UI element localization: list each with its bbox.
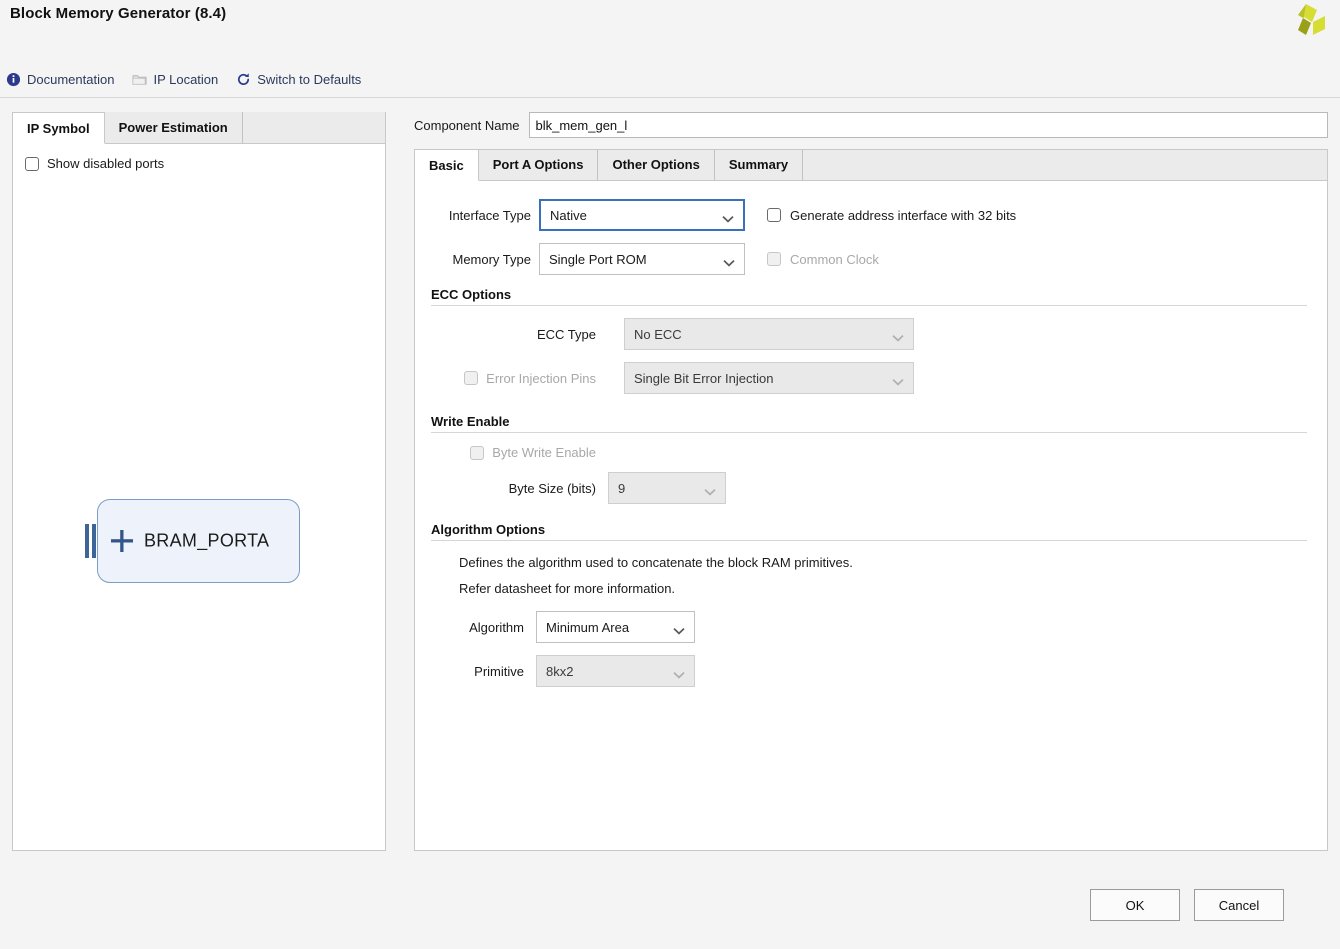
- tab-basic-label: Basic: [429, 157, 464, 173]
- chevron-down-icon: [673, 623, 685, 635]
- bram-porta-block[interactable]: BRAM_PORTA: [97, 499, 300, 583]
- tab-other-options[interactable]: Other Options: [598, 150, 715, 180]
- tab-summary[interactable]: Summary: [714, 150, 804, 180]
- algorithm-help-line-2: Refer datasheet for more information.: [459, 581, 676, 597]
- cancel-button[interactable]: Cancel: [1194, 889, 1284, 921]
- page-title: Block Memory Generator (8.4): [10, 5, 227, 22]
- ecc-options-title: ECC Options: [431, 287, 512, 302]
- write-enable-divider: [431, 432, 1307, 433]
- ip-symbol-panel: IP Symbol Power Estimation Show disabled…: [12, 112, 386, 851]
- byte-write-enable-row: Byte Write Enable: [431, 445, 1307, 460]
- tab-other-options-label: Other Options: [612, 157, 700, 172]
- primitive-value: 8kx2: [546, 663, 574, 679]
- ok-button-label: OK: [1125, 897, 1145, 913]
- generate-address-interface-label: Generate address interface with 32 bits: [790, 207, 1017, 223]
- component-name-value: blk_mem_gen_l: [535, 117, 628, 133]
- chevron-down-icon: [673, 667, 685, 679]
- ecc-type-value: No ECC: [634, 326, 682, 342]
- generate-address-interface-checkbox[interactable]: [767, 208, 781, 222]
- common-clock-label: Common Clock: [790, 251, 879, 267]
- algorithm-options-divider: [431, 540, 1307, 541]
- component-name-label: Component Name: [414, 117, 520, 133]
- switch-to-defaults-label: Switch to Defaults: [257, 72, 362, 87]
- xilinx-logo-icon: [1284, 2, 1328, 42]
- documentation-button[interactable]: Documentation: [6, 72, 114, 87]
- primitive-label: Primitive: [474, 663, 524, 679]
- bram-symbol-area: BRAM_PORTA: [13, 144, 385, 850]
- options-tabstrip-filler: [803, 150, 1327, 180]
- write-enable-title: Write Enable: [431, 414, 510, 429]
- component-name-input[interactable]: blk_mem_gen_l: [528, 112, 1328, 138]
- tab-power-estimation-label: Power Estimation: [118, 120, 228, 135]
- ok-button[interactable]: OK: [1090, 889, 1180, 921]
- byte-size-row: Byte Size (bits) 9: [431, 472, 1307, 504]
- error-injection-type-value: Single Bit Error Injection: [634, 370, 774, 386]
- tab-ip-symbol-label: IP Symbol: [27, 120, 90, 136]
- memory-type-label: Memory Type: [452, 251, 531, 267]
- interface-type-value: Native: [550, 207, 587, 223]
- algorithm-help-line-1: Defines the algorithm used to concatenat…: [459, 555, 853, 570]
- switch-to-defaults-button[interactable]: Switch to Defaults: [236, 72, 361, 87]
- dialog-footer: OK Cancel CSDN @灵风_Brend: [0, 873, 1340, 949]
- tab-summary-label: Summary: [728, 157, 789, 172]
- algorithm-row: Algorithm Minimum Area: [431, 611, 1307, 644]
- tab-ip-symbol[interactable]: IP Symbol: [13, 113, 105, 144]
- window-header: Block Memory Generator (8.4): [0, 0, 1340, 62]
- byte-write-enable-label: Byte Write Enable: [492, 445, 596, 460]
- interface-type-row: Interface Type Native Generate address i…: [431, 199, 1307, 231]
- ip-location-label: IP Location: [153, 72, 219, 87]
- ecc-type-label: ECC Type: [536, 326, 596, 342]
- refresh-icon: [236, 72, 251, 87]
- tab-power-estimation[interactable]: Power Estimation: [104, 112, 243, 143]
- ecc-type-select: No ECC: [624, 318, 914, 350]
- info-icon: [6, 72, 21, 87]
- algorithm-label: Algorithm: [469, 619, 524, 635]
- folder-icon: [132, 72, 147, 87]
- chevron-down-icon: [723, 255, 735, 267]
- chevron-down-icon: [704, 484, 716, 496]
- toolbar: Documentation IP Location Switch to Defa…: [0, 62, 1340, 98]
- configuration-panel: Component Name blk_mem_gen_l Basic Port …: [414, 112, 1328, 851]
- error-injection-pins-label: Error Injection Pins: [486, 370, 596, 386]
- byte-size-label: Byte Size (bits): [508, 480, 596, 496]
- left-tabstrip-filler: [242, 112, 385, 143]
- cancel-button-label: Cancel: [1218, 897, 1260, 913]
- plus-icon[interactable]: [111, 530, 133, 552]
- component-name-row: Component Name blk_mem_gen_l: [414, 112, 1328, 138]
- tab-port-a-options[interactable]: Port A Options: [478, 150, 599, 180]
- dialog-body: IP Symbol Power Estimation Show disabled…: [0, 98, 1340, 873]
- primitive-row: Primitive 8kx2: [431, 655, 1307, 688]
- interface-type-select[interactable]: Native: [539, 199, 745, 231]
- bram-porta-label: BRAM_PORTA: [144, 530, 270, 551]
- error-injection-pins-checkbox: [464, 371, 479, 385]
- error-injection-pins-row: Error Injection Pins Single Bit Error In…: [431, 362, 1307, 394]
- tab-basic[interactable]: Basic: [415, 150, 479, 181]
- byte-size-value: 9: [618, 480, 626, 496]
- algorithm-value: Minimum Area: [546, 619, 630, 635]
- algorithm-options-title: Algorithm Options: [431, 522, 546, 537]
- primitive-select: 8kx2: [536, 655, 695, 688]
- ecc-options-divider: [431, 305, 1307, 306]
- algorithm-select[interactable]: Minimum Area: [536, 611, 695, 644]
- memory-type-select[interactable]: Single Port ROM: [539, 243, 745, 275]
- chevron-down-icon: [892, 330, 904, 342]
- ecc-type-row: ECC Type No ECC: [431, 318, 1307, 350]
- ip-symbol-canvas: Show disabled ports BRAM_PORTA: [13, 144, 385, 850]
- error-injection-type-select: Single Bit Error Injection: [624, 362, 914, 394]
- options-container: Basic Port A Options Other Options Summa…: [414, 149, 1328, 851]
- left-tabstrip: IP Symbol Power Estimation: [13, 112, 385, 144]
- documentation-label: Documentation: [27, 72, 115, 87]
- memory-type-row: Memory Type Single Port ROM Common Clock: [431, 243, 1307, 275]
- byte-write-enable-checkbox: [470, 445, 485, 460]
- common-clock-checkbox: [767, 252, 781, 266]
- tab-port-a-options-label: Port A Options: [492, 157, 584, 172]
- chevron-down-icon: [892, 374, 904, 386]
- ip-location-button[interactable]: IP Location: [132, 72, 218, 87]
- memory-type-value: Single Port ROM: [549, 251, 647, 267]
- chevron-down-icon: [722, 211, 734, 223]
- byte-size-select: 9: [608, 472, 726, 504]
- options-tabstrip: Basic Port A Options Other Options Summa…: [415, 150, 1327, 181]
- basic-tab-pane: Interface Type Native Generate address i…: [415, 181, 1327, 850]
- interface-type-label: Interface Type: [448, 207, 531, 223]
